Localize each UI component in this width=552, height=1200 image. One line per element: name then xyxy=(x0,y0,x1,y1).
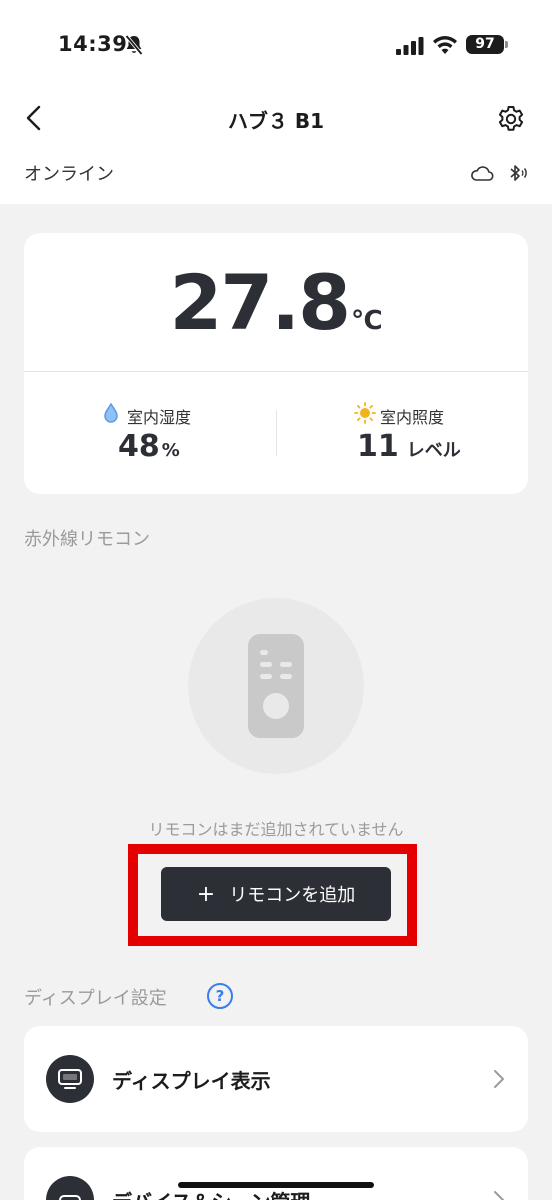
battery-tip xyxy=(505,41,508,48)
humidity-value: 48 xyxy=(118,429,160,464)
bell-slash-icon xyxy=(125,34,143,56)
add-remote-button-label: リモコンを追加 xyxy=(229,885,356,906)
display-view-label: ディスプレイ表示 xyxy=(112,1069,271,1093)
remote-control-icon xyxy=(248,634,304,738)
humidity-value-group: 48% xyxy=(118,429,180,464)
cloud-icon xyxy=(471,166,494,181)
ir-remote-section-title: 赤外線リモコン xyxy=(24,529,150,550)
chevron-right-icon xyxy=(494,1070,504,1088)
display-view-row[interactable]: ディスプレイ表示 xyxy=(24,1026,528,1132)
page-title: ハブ３ B1 xyxy=(227,109,325,133)
illuminance-label: 室内照度 xyxy=(380,408,445,427)
temperature-value: 27.8 xyxy=(169,258,352,347)
monitor-icon-bg xyxy=(46,1055,94,1103)
connection-status: オンライン xyxy=(24,164,114,185)
humidity-label: 室内湿度 xyxy=(127,408,192,427)
empty-remote-message: リモコンはまだ追加されていません xyxy=(148,820,404,839)
bluetooth-icon xyxy=(510,165,527,181)
temperature-unit: ℃ xyxy=(351,306,383,336)
chevron-right-icon xyxy=(494,1191,504,1200)
wifi-icon xyxy=(433,36,457,54)
gear-icon[interactable] xyxy=(496,104,526,134)
status-time: 14:39 xyxy=(58,32,128,56)
device-icon xyxy=(59,1195,81,1200)
help-icon[interactable]: ? xyxy=(207,983,233,1009)
card-divider xyxy=(24,371,528,372)
illuminance-value-group: 11 レベル xyxy=(357,429,461,464)
signal-icon xyxy=(396,37,424,55)
device-scene-row[interactable]: デバイス＆シーン管理 xyxy=(24,1147,528,1200)
battery-icon: 97 xyxy=(466,35,504,54)
sun-icon xyxy=(354,402,376,424)
device-scene-label: デバイス＆シーン管理 xyxy=(112,1186,310,1200)
water-drop-icon xyxy=(104,403,118,423)
metrics-divider xyxy=(276,410,277,456)
home-indicator xyxy=(178,1182,374,1188)
display-settings-section-title: ディスプレイ設定 xyxy=(24,988,167,1009)
monitor-icon xyxy=(58,1069,82,1089)
humidity-unit: % xyxy=(161,440,180,461)
illuminance-value: 11 xyxy=(357,429,399,464)
plus-icon: + xyxy=(196,881,216,907)
temperature-display: 27.8℃ xyxy=(0,258,552,347)
add-remote-button[interactable]: + リモコンを追加 xyxy=(161,867,391,921)
device-icon-bg xyxy=(46,1176,94,1200)
illuminance-unit: レベル xyxy=(406,440,461,461)
